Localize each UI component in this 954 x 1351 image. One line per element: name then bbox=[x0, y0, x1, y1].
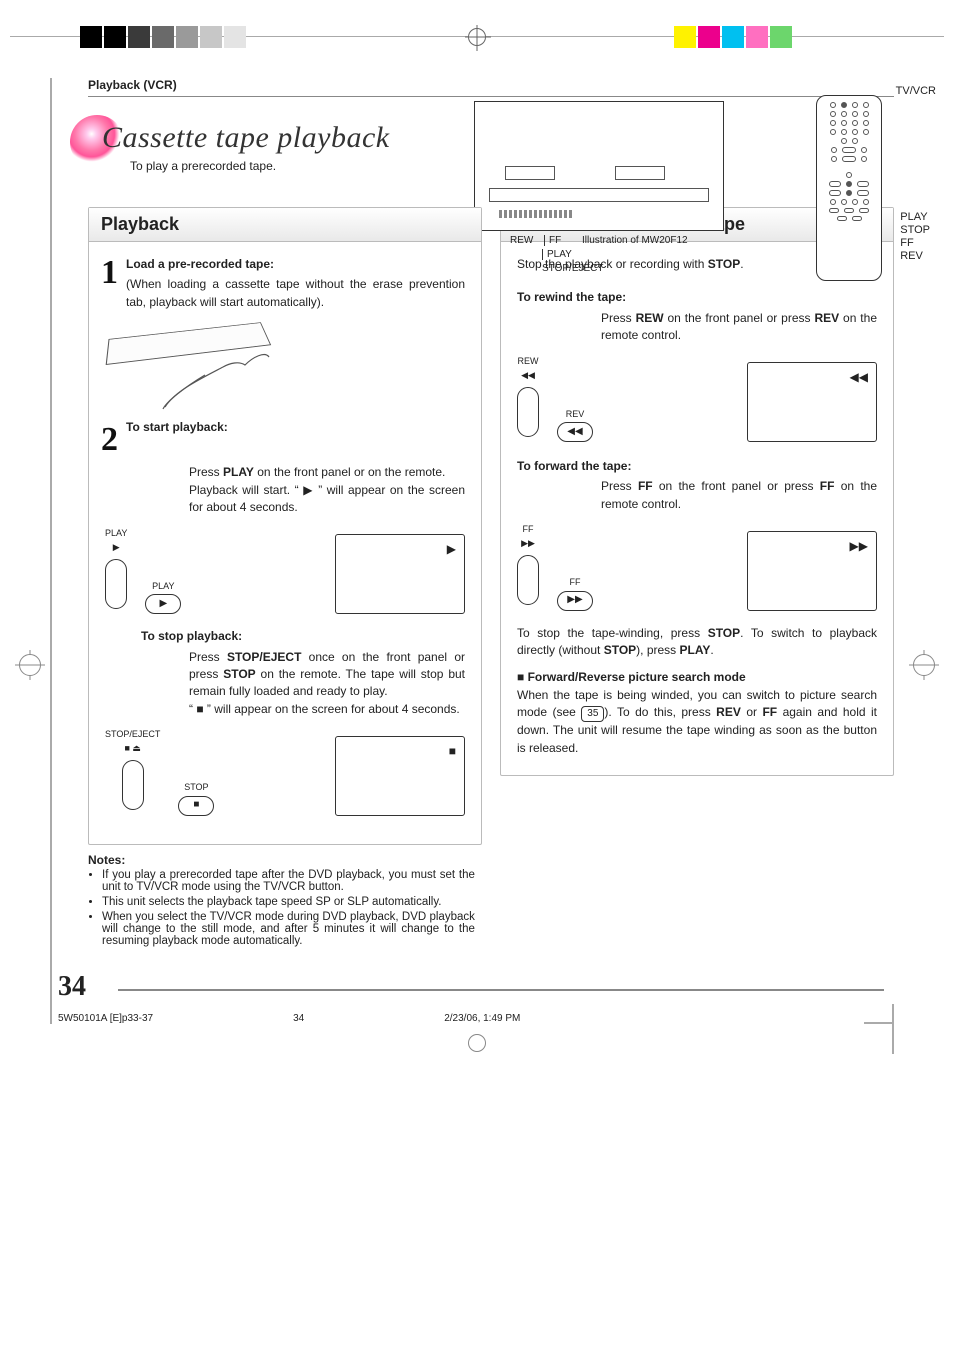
remote-rev-label: REV bbox=[900, 250, 930, 263]
step2-line2: Playback will start. “ ▶ ” will appear o… bbox=[189, 482, 465, 517]
front-ff-button-icon bbox=[517, 555, 539, 605]
forward-title: To forward the tape: bbox=[517, 458, 877, 475]
remote-tvvcr-label: TV/VCR bbox=[896, 85, 936, 97]
footer-info: 5W50101A [E]p33-37 34 2/23/06, 1:49 PM bbox=[58, 1013, 894, 1024]
section-header: Playback (VCR) bbox=[88, 78, 894, 92]
header-rule bbox=[88, 96, 894, 97]
step2-line1: Press PLAY on the front panel or on the … bbox=[189, 464, 465, 481]
forward-body: Press FF on the front panel or press FF … bbox=[601, 478, 877, 513]
front-stop-label: STOP/EJECT bbox=[542, 263, 604, 274]
notes-list: If you play a prerecorded tape after the… bbox=[88, 869, 475, 947]
stop-btn-label-top: STOP/EJECT bbox=[105, 728, 160, 741]
remote-play-btn-top: PLAY bbox=[145, 580, 181, 593]
search-mode-head: ■ Forward/Reverse picture search mode bbox=[517, 669, 877, 686]
playback-heading: Playback bbox=[89, 208, 481, 242]
rew-btn-bot: ◀◀ bbox=[517, 369, 539, 382]
rewind-title: To rewind the tape: bbox=[517, 289, 877, 306]
step-2-number: 2 bbox=[101, 415, 118, 464]
print-color-bar bbox=[10, 20, 944, 56]
page-number: 34 bbox=[58, 971, 894, 1003]
notes-heading: Notes: bbox=[88, 853, 475, 867]
remote-ff-top: FF bbox=[557, 576, 593, 589]
footer-file: 5W50101A [E]p33-37 bbox=[58, 1013, 153, 1024]
note-2: This unit selects the playback tape spee… bbox=[102, 896, 475, 908]
page-ref-35: 35 bbox=[581, 706, 604, 722]
registration-mark-bottom bbox=[468, 1034, 486, 1052]
remote-ff-label: FF bbox=[900, 237, 930, 250]
play-btn-label-top: PLAY bbox=[105, 527, 127, 540]
screen-stop-icon: ■ bbox=[335, 736, 465, 816]
remote-play-label: PLAY bbox=[900, 211, 930, 224]
stop-winding-text: To stop the tape-winding, press STOP. To… bbox=[517, 625, 877, 660]
remote-rev-button-icon: ◀◀ bbox=[557, 422, 593, 442]
remote-stop-button-icon: ■ bbox=[178, 796, 214, 816]
rewind-forward-panel: Rewind or forward the tape Stop the play… bbox=[500, 207, 894, 776]
stop-p1: Press STOP/EJECT once on the front panel… bbox=[189, 649, 465, 701]
front-rew-button-icon bbox=[517, 387, 539, 437]
remote-stop-label: STOP bbox=[900, 224, 930, 237]
page-subtitle: To play a prerecorded tape. bbox=[130, 159, 276, 173]
registration-mark-icon bbox=[468, 28, 486, 46]
registration-mark-right bbox=[909, 650, 939, 680]
step-1-number: 1 bbox=[101, 248, 118, 297]
step1-body: (When loading a cassette tape without th… bbox=[105, 276, 465, 311]
front-stop-button-icon bbox=[122, 760, 144, 810]
stop-btn-label-bot: ■ ⏏ bbox=[105, 742, 160, 755]
footer-pg: 34 bbox=[293, 1013, 304, 1024]
stop-p2: “ ■ ” will appear on the screen for abou… bbox=[189, 701, 465, 718]
remote-illustration bbox=[816, 95, 882, 281]
page-title: Cassette tape playback bbox=[102, 121, 390, 155]
screen-rew-icon: ◀◀ bbox=[747, 362, 877, 442]
note-3: When you select the TV/VCR mode during D… bbox=[102, 911, 475, 947]
playback-panel: Playback 1 Load a pre-recorded tape: (Wh… bbox=[88, 207, 482, 845]
footer-date: 2/23/06, 1:49 PM bbox=[444, 1013, 520, 1024]
remote-rev-top: REV bbox=[557, 408, 593, 421]
step1-title: Load a pre-recorded tape: bbox=[105, 256, 465, 273]
front-ff-label: FF bbox=[544, 235, 561, 246]
play-btn-label-bot: ▶ bbox=[105, 541, 127, 554]
rew-btn-top: REW bbox=[517, 355, 539, 368]
screen-play-icon: ▶ bbox=[335, 534, 465, 614]
rewind-body: Press REW on the front panel or press RE… bbox=[601, 310, 877, 345]
load-tape-illustration bbox=[105, 321, 275, 411]
registration-mark-left bbox=[15, 650, 45, 680]
front-play-label: PLAY bbox=[542, 249, 572, 260]
remote-play-button-icon: ▶ bbox=[145, 594, 181, 614]
note-1: If you play a prerecorded tape after the… bbox=[102, 869, 475, 893]
device-illustration: REW FF PLAY STOP/EJECT Illustration of M… bbox=[474, 101, 894, 231]
ff-btn-bot: ▶▶ bbox=[517, 537, 539, 550]
front-rew-label: REW bbox=[510, 235, 533, 246]
step2-title: To start playback: bbox=[105, 419, 465, 436]
illustration-caption: Illustration of MW20F12 bbox=[582, 235, 688, 246]
front-play-button-icon bbox=[105, 559, 127, 609]
screen-ff-icon: ▶▶ bbox=[747, 531, 877, 611]
stop-title: To stop playback: bbox=[141, 628, 465, 645]
remote-ff-button-icon: ▶▶ bbox=[557, 591, 593, 611]
remote-stop-btn-top: STOP bbox=[178, 781, 214, 794]
ff-btn-top: FF bbox=[517, 523, 539, 536]
search-mode-body: When the tape is being winded, you can s… bbox=[517, 687, 877, 757]
